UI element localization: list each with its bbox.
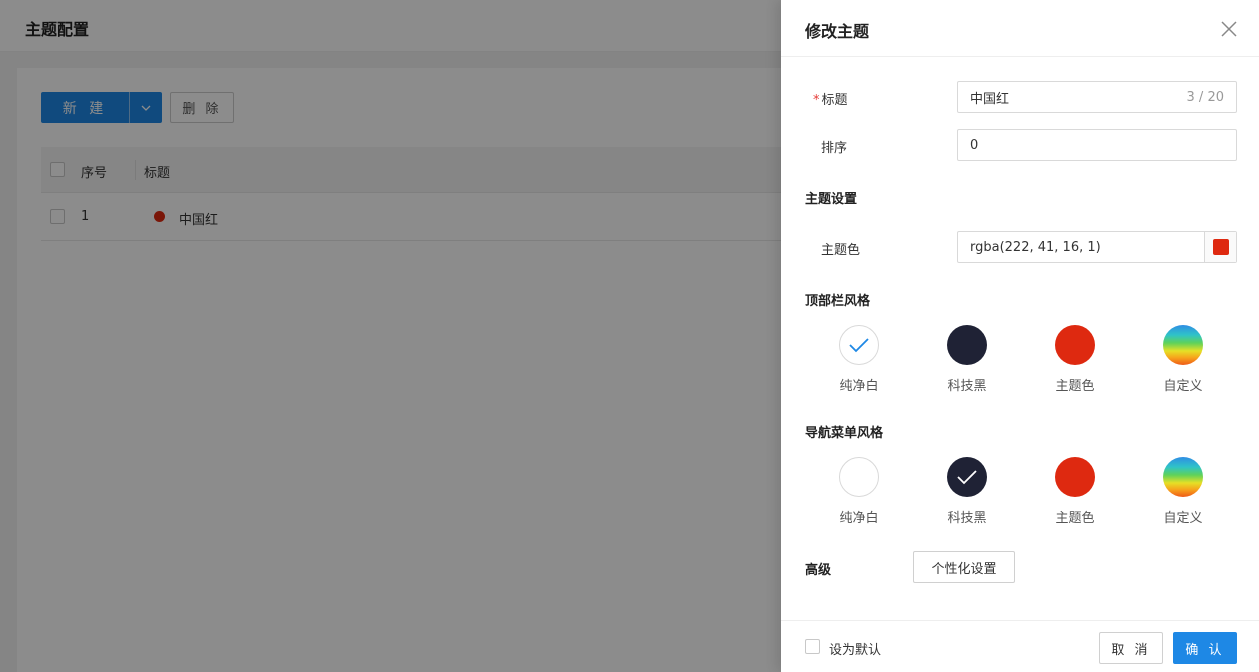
theme-color-label: 主题色 (821, 243, 861, 258)
theme-swatch[interactable] (1055, 457, 1095, 497)
title-label: * 标题 (813, 93, 848, 108)
white-swatch[interactable] (839, 325, 879, 365)
title-input[interactable]: 中国红 3 / 20 (957, 81, 1237, 113)
topbar-style-heading: 顶部栏风格 (805, 294, 871, 309)
nav-option-black[interactable]: 科技黑 (932, 457, 1002, 526)
set-default-checkbox[interactable] (805, 639, 820, 654)
set-default-label[interactable]: 设为默认 (829, 639, 881, 658)
nav-style-heading: 导航菜单风格 (805, 426, 884, 441)
gradient-swatch[interactable] (1163, 325, 1203, 365)
drawer-footer: 设为默认 取 消 确 认 (781, 620, 1259, 672)
personalize-button[interactable]: 个性化设置 (913, 551, 1015, 583)
title-char-count: 3 / 20 (1186, 89, 1224, 105)
order-input[interactable]: 0 (957, 129, 1237, 161)
gradient-swatch[interactable] (1163, 457, 1203, 497)
color-swatch-button[interactable] (1204, 232, 1236, 262)
check-icon (849, 338, 869, 353)
check-icon (957, 470, 977, 485)
cancel-button[interactable]: 取 消 (1099, 632, 1163, 664)
theme-color-picker[interactable]: rgba(222, 41, 16, 1) (957, 231, 1237, 263)
title-input-value: 中国红 (970, 91, 1010, 107)
white-swatch[interactable] (839, 457, 879, 497)
option-label: 科技黑 (947, 511, 987, 526)
theme-settings-heading: 主题设置 (805, 192, 858, 207)
drawer-header: 修改主题 (781, 0, 1259, 57)
close-icon[interactable] (1219, 19, 1239, 39)
advanced-label: 高级 (805, 563, 832, 578)
color-swatch (1212, 239, 1229, 255)
option-label: 主题色 (1055, 511, 1095, 526)
option-label: 科技黑 (947, 379, 987, 394)
drawer-title: 修改主题 (805, 22, 870, 41)
nav-option-custom[interactable]: 自定义 (1148, 457, 1218, 526)
edit-theme-drawer: 修改主题 * 标题 中国红 3 / 20 排序 0 主题设置 主题色 rgba(2… (781, 0, 1259, 672)
topbar-option-white[interactable]: 纯净白 (824, 325, 894, 394)
theme-swatch[interactable] (1055, 325, 1095, 365)
required-mark: * (813, 93, 820, 108)
theme-color-value[interactable]: rgba(222, 41, 16, 1) (958, 232, 1204, 262)
nav-option-white[interactable]: 纯净白 (824, 457, 894, 526)
nav-option-theme[interactable]: 主题色 (1040, 457, 1110, 526)
order-label: 排序 (821, 141, 848, 156)
black-swatch[interactable] (947, 325, 987, 365)
option-label: 主题色 (1055, 379, 1095, 394)
order-input-value: 0 (970, 137, 979, 153)
topbar-option-custom[interactable]: 自定义 (1148, 325, 1218, 394)
confirm-button[interactable]: 确 认 (1173, 632, 1237, 664)
option-label: 纯净白 (839, 379, 879, 394)
topbar-option-black[interactable]: 科技黑 (932, 325, 1002, 394)
option-label: 自定义 (1163, 511, 1203, 526)
topbar-option-theme[interactable]: 主题色 (1040, 325, 1110, 394)
option-label: 纯净白 (839, 511, 879, 526)
option-label: 自定义 (1163, 379, 1203, 394)
black-swatch[interactable] (947, 457, 987, 497)
